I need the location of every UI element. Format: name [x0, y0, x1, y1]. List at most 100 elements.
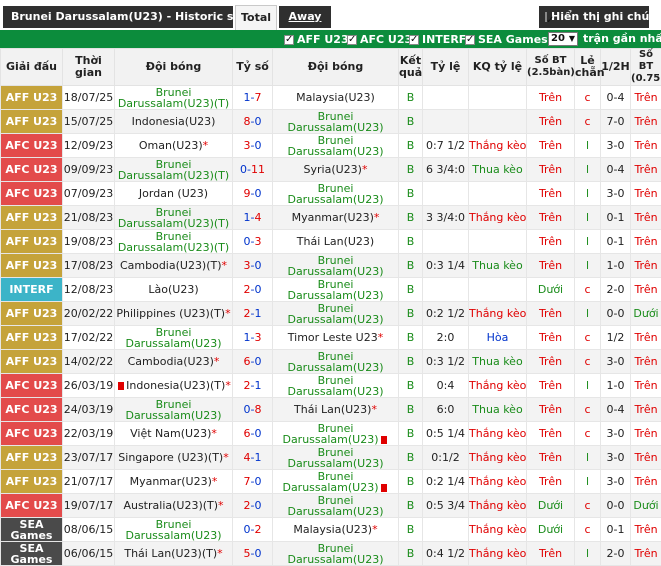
score[interactable]: 2-0: [233, 278, 273, 302]
league-badge[interactable]: AFC U23: [1, 182, 63, 206]
table-row[interactable]: AFF U2321/07/17Myanmar(U23)*7-0Brunei Da…: [1, 470, 661, 494]
score[interactable]: 3-0: [233, 134, 273, 158]
league-badge[interactable]: AFC U23: [1, 374, 63, 398]
league-badge[interactable]: AFC U23: [1, 134, 63, 158]
away-team[interactable]: Brunei Darussalam(U23): [273, 134, 399, 158]
league-badge[interactable]: SEA Games: [1, 518, 63, 542]
score[interactable]: 0-11: [233, 158, 273, 182]
league-badge[interactable]: AFF U23: [1, 446, 63, 470]
home-team[interactable]: Brunei Darussalam(U23): [115, 398, 233, 422]
league-badge[interactable]: AFC U23: [1, 494, 63, 518]
tab-away[interactable]: Away: [279, 6, 331, 28]
home-team[interactable]: Brunei Darussalam(U23): [115, 518, 233, 542]
away-team[interactable]: Syria(U23)*: [273, 158, 399, 182]
home-team[interactable]: Jordan (U23): [115, 182, 233, 206]
league-badge[interactable]: AFC U23: [1, 158, 63, 182]
table-row[interactable]: AFF U2317/02/22Brunei Darussalam(U23)1-3…: [1, 326, 661, 350]
score[interactable]: 2-1: [233, 302, 273, 326]
table-row[interactable]: AFF U2319/08/23Brunei Darussalam(U23)(T)…: [1, 230, 661, 254]
filter-afc-u23[interactable]: AFC U23: [347, 33, 412, 46]
league-badge[interactable]: AFC U23: [1, 398, 63, 422]
home-team[interactable]: Việt Nam(U23)*: [115, 422, 233, 446]
score[interactable]: 8-0: [233, 110, 273, 134]
match-count-select[interactable]: 20 ▼: [548, 32, 578, 46]
table-row[interactable]: AFC U2322/03/19Việt Nam(U23)*6-0Brunei D…: [1, 422, 661, 446]
league-badge[interactable]: AFF U23: [1, 230, 63, 254]
away-team[interactable]: Thái Lan(U23): [273, 230, 399, 254]
score[interactable]: 6-0: [233, 422, 273, 446]
show-notes-toggle[interactable]: Hiển thị ghi chú: [539, 6, 649, 28]
league-badge[interactable]: AFF U23: [1, 110, 63, 134]
checkbox-icon[interactable]: [284, 35, 294, 45]
away-team[interactable]: Brunei Darussalam(U23): [273, 374, 399, 398]
home-team[interactable]: Indonesia(U23)(T)*: [115, 374, 233, 398]
league-badge[interactable]: AFC U23: [1, 422, 63, 446]
score[interactable]: 4-1: [233, 446, 273, 470]
away-team[interactable]: Brunei Darussalam(U23): [273, 446, 399, 470]
away-team[interactable]: Brunei Darussalam(U23): [273, 422, 399, 446]
score[interactable]: 2-1: [233, 374, 273, 398]
home-team[interactable]: Cambodia(U23)(T)*: [115, 254, 233, 278]
home-team[interactable]: Brunei Darussalam(U23)(T): [115, 158, 233, 182]
filter-aff-u23[interactable]: AFF U23: [284, 33, 349, 46]
checkbox-icon[interactable]: [545, 12, 547, 22]
score[interactable]: 6-0: [233, 350, 273, 374]
table-row[interactable]: AFC U2307/09/23Jordan (U23)9-0Brunei Dar…: [1, 182, 661, 206]
away-team[interactable]: Brunei Darussalam(U23): [273, 278, 399, 302]
away-team[interactable]: Timor Leste U23*: [273, 326, 399, 350]
home-team[interactable]: Philippines (U23)(T)*: [115, 302, 233, 326]
league-badge[interactable]: AFF U23: [1, 470, 63, 494]
away-team[interactable]: Brunei Darussalam(U23): [273, 350, 399, 374]
away-team[interactable]: Brunei Darussalam(U23): [273, 182, 399, 206]
away-team[interactable]: Thái Lan(U23)*: [273, 398, 399, 422]
away-team[interactable]: Malaysia(U23)*: [273, 518, 399, 542]
score[interactable]: 0-3: [233, 230, 273, 254]
table-row[interactable]: INTERF12/08/23Lào(U23)2-0Brunei Darussal…: [1, 278, 661, 302]
home-team[interactable]: Australia(U23)(T)*: [115, 494, 233, 518]
table-row[interactable]: AFF U2315/07/25Indonesia(U23)8-0Brunei D…: [1, 110, 661, 134]
table-row[interactable]: AFF U2323/07/17Singapore (U23)(T)*4-1Bru…: [1, 446, 661, 470]
table-row[interactable]: AFF U2321/08/23Brunei Darussalam(U23)(T)…: [1, 206, 661, 230]
score[interactable]: 1-7: [233, 86, 273, 110]
table-row[interactable]: AFC U2324/03/19Brunei Darussalam(U23)0-8…: [1, 398, 661, 422]
checkbox-icon[interactable]: [465, 35, 475, 45]
home-team[interactable]: Brunei Darussalam(U23)(T): [115, 206, 233, 230]
league-badge[interactable]: AFF U23: [1, 350, 63, 374]
filter-sea-games[interactable]: SEA Games: [465, 33, 548, 46]
home-team[interactable]: Indonesia(U23): [115, 110, 233, 134]
home-team[interactable]: Brunei Darussalam(U23): [115, 326, 233, 350]
home-team[interactable]: Brunei Darussalam(U23)(T): [115, 86, 233, 110]
score[interactable]: 7-0: [233, 470, 273, 494]
home-team[interactable]: Brunei Darussalam(U23)(T): [115, 230, 233, 254]
away-team[interactable]: Brunei Darussalam(U23): [273, 110, 399, 134]
league-badge[interactable]: AFF U23: [1, 254, 63, 278]
score[interactable]: 0-2: [233, 518, 273, 542]
away-team[interactable]: Myanmar(U23)*: [273, 206, 399, 230]
table-row[interactable]: AFF U2317/08/23Cambodia(U23)(T)*3-0Brune…: [1, 254, 661, 278]
table-row[interactable]: AFF U2314/02/22Cambodia(U23)*6-0Brunei D…: [1, 350, 661, 374]
away-team[interactable]: Brunei Darussalam(U23): [273, 494, 399, 518]
home-team[interactable]: Cambodia(U23)*: [115, 350, 233, 374]
home-team[interactable]: Singapore (U23)(T)*: [115, 446, 233, 470]
table-row[interactable]: AFC U2326/03/19Indonesia(U23)(T)*2-1Brun…: [1, 374, 661, 398]
league-badge[interactable]: AFF U23: [1, 206, 63, 230]
home-team[interactable]: Myanmar(U23)*: [115, 470, 233, 494]
away-team[interactable]: Brunei Darussalam(U23): [273, 254, 399, 278]
home-team[interactable]: Oman(U23)*: [115, 134, 233, 158]
checkbox-icon[interactable]: [347, 35, 357, 45]
away-team[interactable]: Brunei Darussalam(U23): [273, 470, 399, 494]
score[interactable]: 3-0: [233, 254, 273, 278]
table-row[interactable]: AFC U2309/09/23Brunei Darussalam(U23)(T)…: [1, 158, 661, 182]
score[interactable]: 9-0: [233, 182, 273, 206]
away-team[interactable]: Brunei Darussalam(U23): [273, 302, 399, 326]
table-row[interactable]: AFC U2319/07/17Australia(U23)(T)*2-0Brun…: [1, 494, 661, 518]
table-row[interactable]: AFF U2320/02/22Philippines (U23)(T)*2-1B…: [1, 302, 661, 326]
home-team[interactable]: Lào(U23): [115, 278, 233, 302]
table-row[interactable]: AFF U2318/07/25Brunei Darussalam(U23)(T)…: [1, 86, 661, 110]
league-badge[interactable]: AFF U23: [1, 86, 63, 110]
league-badge[interactable]: INTERF: [1, 278, 63, 302]
score[interactable]: 0-8: [233, 398, 273, 422]
table-row[interactable]: SEA Games08/06/15Brunei Darussalam(U23)0…: [1, 518, 661, 542]
filter-interf[interactable]: INTERF: [409, 33, 466, 46]
table-row[interactable]: AFC U2312/09/23Oman(U23)*3-0Brunei Darus…: [1, 134, 661, 158]
